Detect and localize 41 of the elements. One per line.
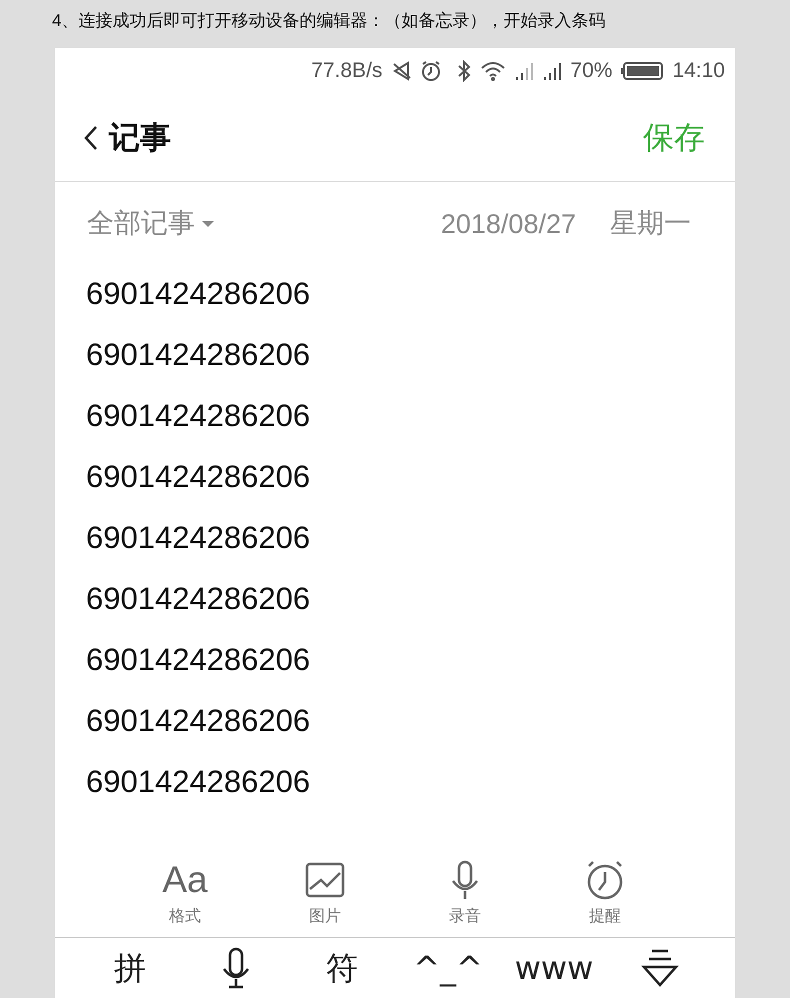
save-button[interactable]: 保存 [643, 114, 707, 162]
toolbar-button[interactable]: 录音 [425, 854, 505, 928]
note-line: 6901424286206 [85, 519, 312, 558]
date-text: 2018/08/27 [440, 208, 576, 241]
note-line: 6901424286206 [85, 641, 312, 680]
signal-icon [514, 60, 534, 82]
toolbar-label: 提醒 [589, 904, 621, 927]
signal-icon [542, 60, 562, 82]
battery-percent: 70% [570, 58, 612, 84]
wifi-icon [480, 60, 506, 82]
keyboard-key[interactable]: 符 [297, 938, 387, 998]
font-format-icon: Aa [162, 858, 208, 902]
page-title: 记事 [109, 118, 171, 158]
note-line: 6901424286206 [85, 397, 312, 436]
toolbar-label: 录音 [449, 904, 481, 927]
toolbar-label: 图片 [309, 904, 341, 927]
bluetooth-icon [456, 60, 472, 82]
alarm-icon [420, 60, 442, 82]
toolbar-label: 格式 [169, 904, 201, 927]
battery-icon [620, 60, 664, 82]
toolbar-button[interactable]: Aa 格式 [145, 854, 225, 928]
note-line: 6901424286206 [85, 275, 312, 314]
note-line: 6901424286206 [85, 458, 312, 496]
network-speed: 77.8B/s [311, 58, 382, 84]
caret-icon [201, 219, 215, 230]
keyboard-key[interactable]: ^_^ [403, 938, 493, 998]
toolbar-button[interactable]: 提醒 [565, 854, 645, 928]
note-line: 6901424286206 [85, 580, 312, 618]
note-line: 6901424286206 [85, 702, 312, 740]
keyboard-key[interactable]: 拼 [85, 938, 175, 998]
clock-time: 14:10 [672, 58, 725, 84]
weekday-text: 星期一 [610, 206, 691, 241]
back-icon[interactable] [83, 124, 99, 152]
caption-text: 4、连接成功后即可打开移动设备的编辑器：（如备忘录），开始录入条码 [52, 11, 606, 30]
category-dropdown[interactable]: 全部记事 [87, 204, 215, 244]
note-line: 6901424286206 [85, 763, 312, 802]
keyboard-key[interactable]: www [509, 938, 599, 998]
hide-keyboard-icon [641, 948, 679, 988]
note-line: 6901424286206 [85, 336, 312, 374]
toolbar-button[interactable]: 图片 [285, 854, 365, 928]
microphone-icon [221, 946, 251, 989]
